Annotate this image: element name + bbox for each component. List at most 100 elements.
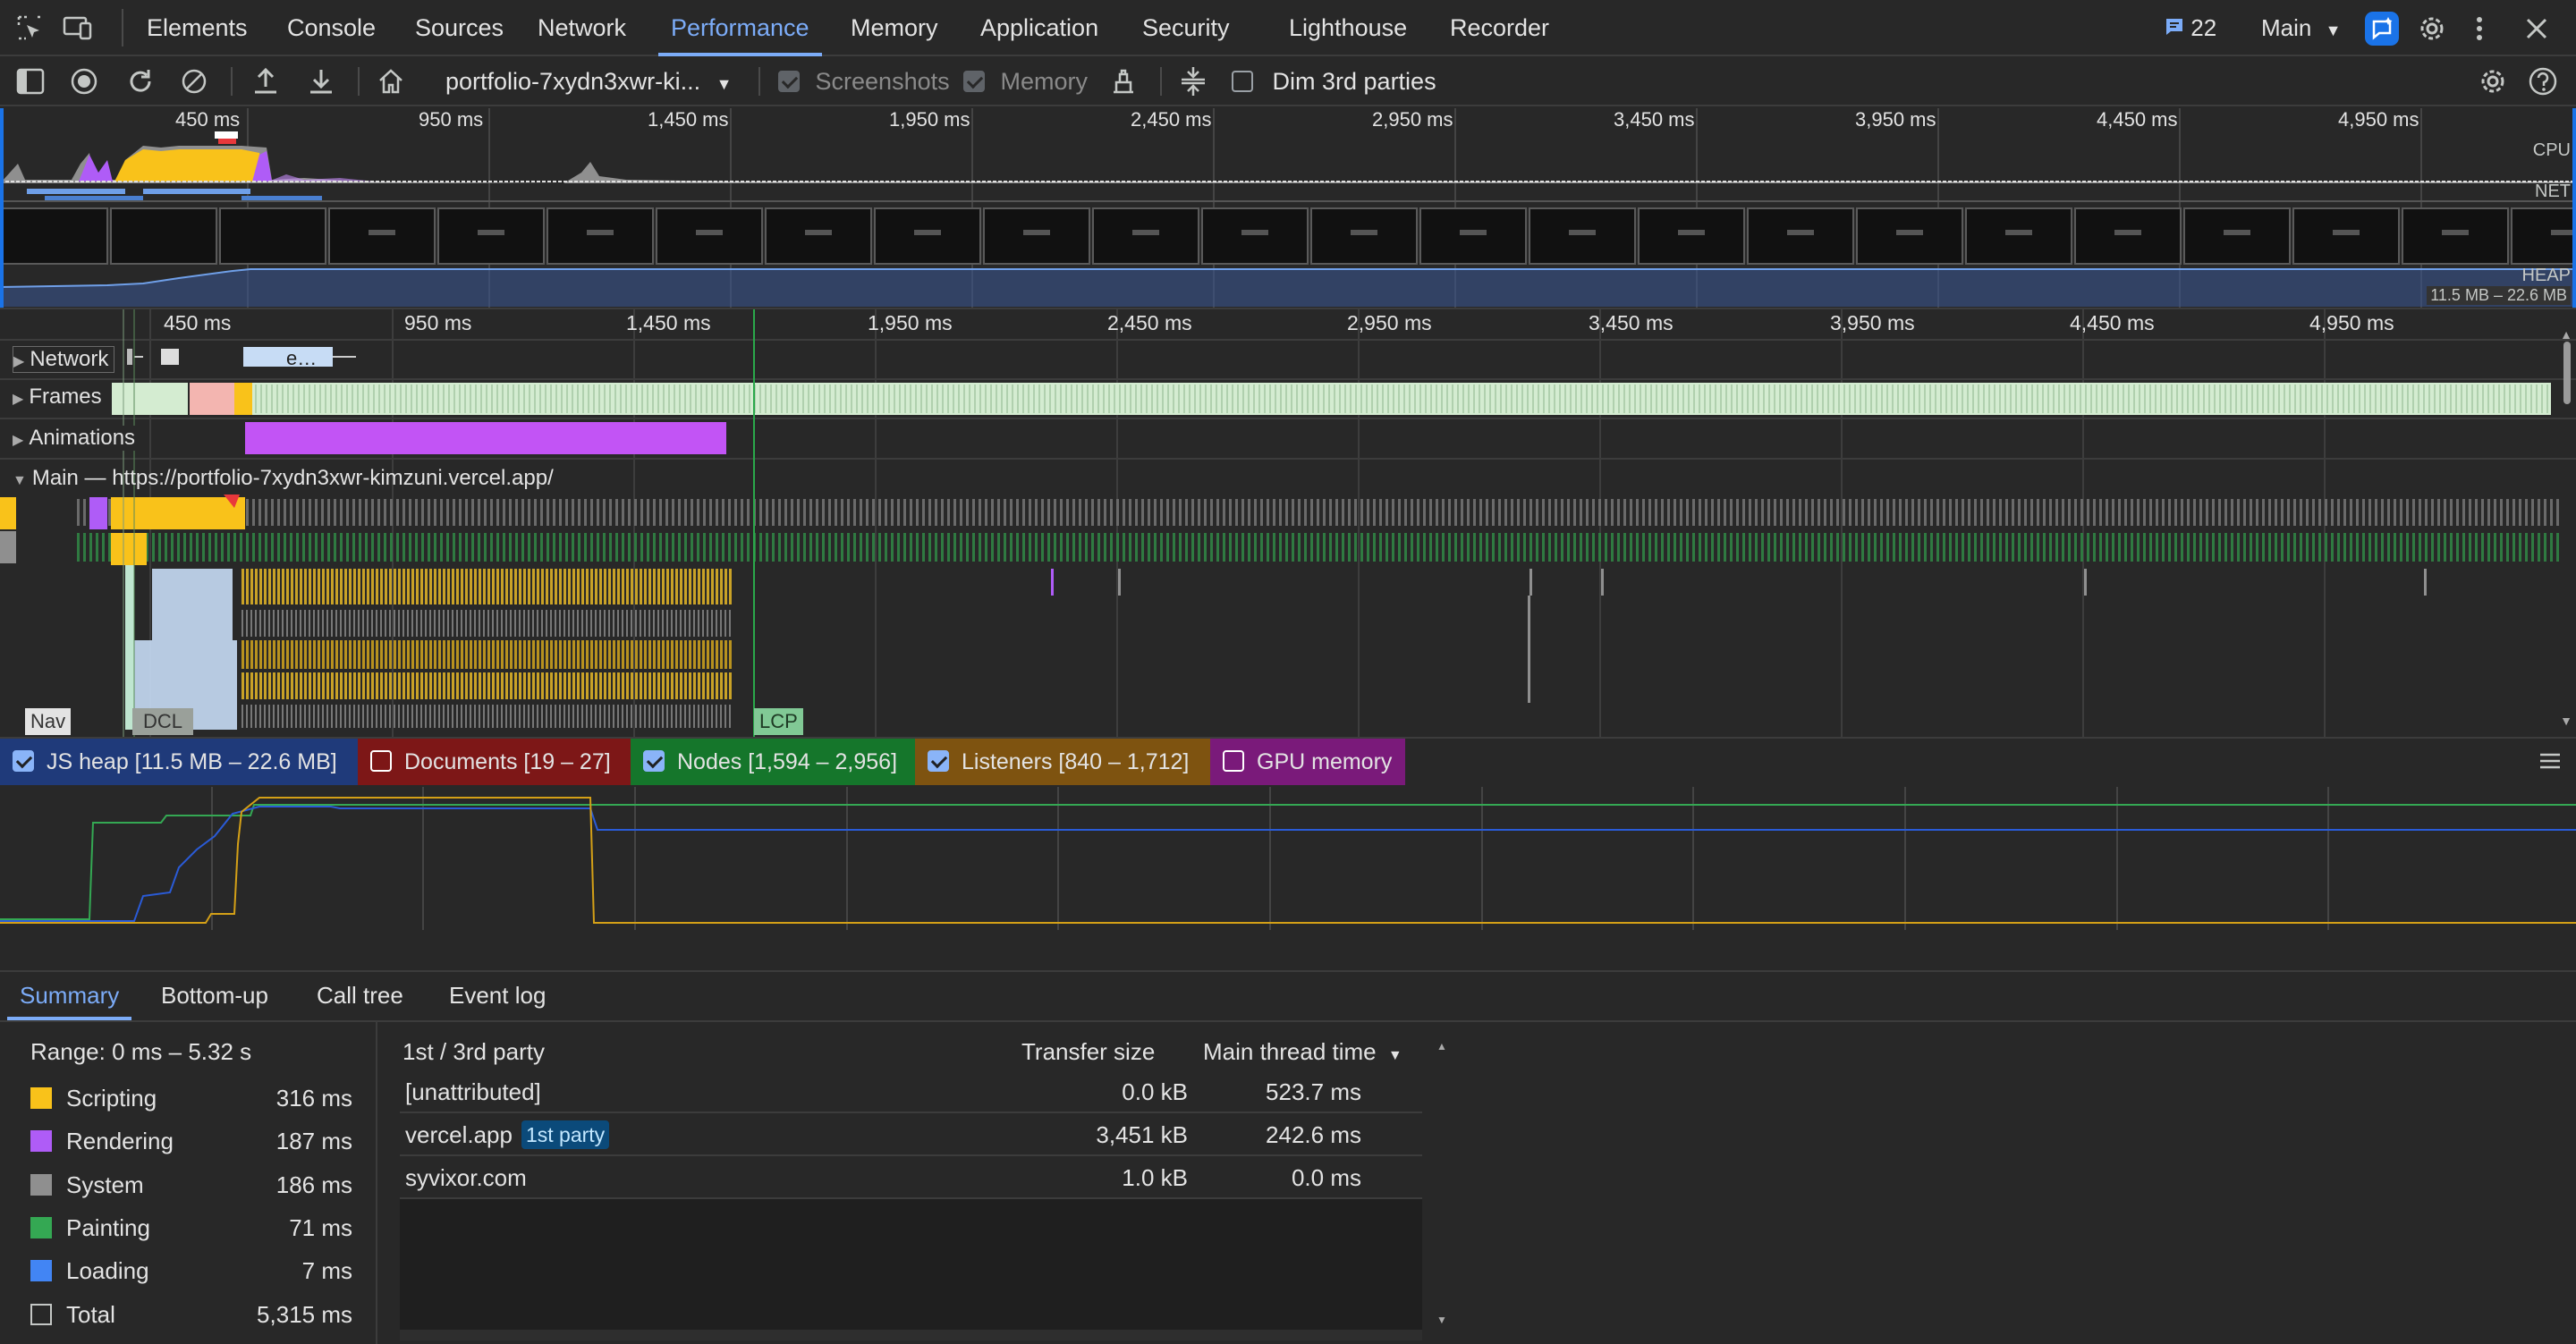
counter-js-heap[interactable]: JS heap [11.5 MB – 22.6 MB] (0, 739, 358, 785)
track-frames[interactable]: ▶ Frames (13, 385, 107, 410)
nav-marker[interactable]: Nav (25, 708, 72, 735)
garbage-collect-icon[interactable] (1109, 67, 1138, 96)
counter-documents[interactable]: Documents [19 – 27] (358, 739, 631, 785)
shrink-tracks-icon[interactable] (1179, 65, 1208, 97)
performance-toolbar: portfolio-7xydn3xwr-ki... ▼ Screenshots … (0, 56, 2576, 106)
ai-assistant-icon[interactable] (2365, 12, 2399, 46)
column-header-entity[interactable]: 1st / 3rd party (402, 1038, 545, 1066)
divider (758, 67, 760, 96)
scrollbar-up-icon[interactable]: ▲ (2560, 327, 2572, 342)
timeline-tick: 450 ms (164, 311, 232, 334)
table-scroll-down-icon[interactable]: ▼ (1436, 1314, 1447, 1326)
listeners-checkbox[interactable] (928, 750, 949, 773)
table-scroll-up-icon[interactable]: ▲ (1436, 1040, 1447, 1052)
documents-checkbox[interactable] (370, 750, 392, 773)
flame-scrollbar[interactable] (2563, 342, 2571, 404)
counter-nodes[interactable]: Nodes [1,594 – 2,956] (631, 739, 915, 785)
toggle-sidebar-icon[interactable] (16, 68, 45, 95)
tab-elements[interactable]: Elements (147, 0, 248, 56)
recording-select[interactable]: portfolio-7xydn3xwr-ki... ▼ (445, 56, 732, 106)
tab-recorder[interactable]: Recorder (1450, 0, 1549, 56)
tab-summary[interactable]: Summary (6, 970, 132, 1020)
reload-record-icon[interactable] (126, 67, 155, 96)
overview-tick: 4,450 ms (2097, 108, 2178, 131)
row-transfer-size: 0.0 kB (1122, 1078, 1188, 1105)
table-row[interactable]: vercel.app 1st party 3,451 kB 242.6 ms (400, 1113, 1422, 1156)
hamburger-menu-icon[interactable] (2538, 751, 2562, 771)
timeline-tick: 4,950 ms (2309, 311, 2394, 334)
tab-performance[interactable]: Performance (658, 0, 822, 56)
column-header-main-thread-time-label: Main thread time (1203, 1038, 1377, 1065)
inspect-element-icon[interactable] (16, 14, 43, 41)
more-options-icon[interactable] (2473, 13, 2486, 44)
tab-event-log[interactable]: Event log (449, 970, 546, 1020)
context-selector[interactable]: Main ▼ (2261, 0, 2341, 56)
js-heap-checkbox[interactable] (13, 750, 34, 773)
track-animations-label: Animations (29, 426, 136, 450)
timeline-tick: 2,450 ms (1107, 311, 1192, 334)
memory-checkbox[interactable]: Memory (963, 56, 1088, 106)
counter-gpu-memory[interactable]: GPU memory (1210, 739, 1405, 785)
devtools-tab-bar: Elements Console Sources Network Perform… (0, 0, 2576, 56)
overview-tick: 1,450 ms (648, 108, 729, 131)
js-heap-label: JS heap [11.5 MB – 22.6 MB] (47, 749, 337, 774)
scrollbar-down-icon[interactable]: ▼ (2560, 714, 2572, 728)
tab-bottom-up[interactable]: Bottom-up (161, 970, 268, 1020)
track-main[interactable]: ▼ Main — https://portfolio-7xydn3xwr-kimz… (13, 466, 554, 491)
lcp-marker[interactable]: LCP (754, 708, 803, 735)
tab-network[interactable]: Network (538, 0, 626, 56)
track-animations[interactable]: ▶ Animations (13, 426, 141, 451)
home-icon[interactable] (377, 67, 405, 96)
column-header-transfer-size[interactable]: Transfer size (1021, 1038, 1155, 1066)
dim-third-parties-checkbox-box[interactable] (1232, 70, 1253, 92)
nodes-checkbox[interactable] (643, 750, 665, 773)
counter-listeners[interactable]: Listeners [840 – 1,712] (915, 739, 1210, 785)
dcl-marker[interactable]: DCL (132, 708, 194, 735)
table-row[interactable]: [unattributed] 0.0 kB 523.7 ms (400, 1070, 1422, 1113)
overview-tick: 3,950 ms (1855, 108, 1936, 131)
tab-security[interactable]: Security (1142, 0, 1230, 56)
flame-chart[interactable]: 450 ms 950 ms 1,450 ms 1,950 ms 2,450 ms… (0, 308, 2576, 737)
documents-label: Documents [19 – 27] (404, 749, 611, 774)
tab-call-tree[interactable]: Call tree (317, 970, 403, 1020)
expand-arrow-icon: ▶ (13, 354, 25, 369)
tab-lighthouse[interactable]: Lighthouse (1289, 0, 1407, 56)
memory-checkbox-box[interactable] (963, 70, 985, 92)
counters-graph (0, 787, 2576, 930)
column-header-main-thread-time[interactable]: Main thread time ▼ (1203, 1038, 1402, 1066)
overview-tick: 3,450 ms (1614, 108, 1695, 131)
horizontal-scrollbar[interactable] (400, 1330, 1422, 1340)
overview-tick: 4,950 ms (2338, 108, 2419, 131)
issues-count: 22 (2190, 14, 2217, 41)
timeline-tick: 1,450 ms (626, 311, 711, 334)
track-network-label: Network (30, 347, 109, 371)
capture-settings-gear-icon[interactable] (2478, 66, 2508, 97)
tab-console[interactable]: Console (287, 0, 376, 56)
screenshots-checkbox-box[interactable] (778, 70, 800, 92)
device-toolbar-icon[interactable] (63, 14, 93, 41)
timeline-tick: 3,450 ms (1589, 311, 1674, 334)
upload-profile-icon[interactable] (252, 67, 279, 96)
table-row[interactable]: syvixor.com 1.0 kB 0.0 ms (400, 1156, 1422, 1199)
record-icon[interactable] (70, 67, 98, 96)
gpu-memory-label: GPU memory (1257, 749, 1393, 774)
issues-button[interactable]: 22 (2165, 0, 2216, 56)
tab-sources[interactable]: Sources (415, 0, 504, 56)
row-entity: [unattributed] (405, 1078, 541, 1105)
dim-third-parties-checkbox[interactable]: Dim 3rd parties (1232, 56, 1436, 106)
settings-gear-icon[interactable] (2417, 13, 2447, 44)
row-transfer-size: 1.0 kB (1122, 1164, 1188, 1191)
timeline-overview[interactable]: 450 ms 950 ms 1,450 ms 1,950 ms 2,450 ms… (0, 108, 2576, 308)
clear-icon[interactable] (180, 67, 208, 96)
cpu-label: CPU (2532, 140, 2571, 160)
gpu-memory-checkbox[interactable] (1223, 750, 1244, 773)
recording-select-value: portfolio-7xydn3xwr-ki... (445, 68, 701, 95)
help-icon[interactable] (2528, 66, 2558, 97)
screenshots-checkbox[interactable]: Screenshots (778, 56, 950, 106)
tab-application[interactable]: Application (980, 0, 1098, 56)
track-network[interactable]: ▶ Network (13, 346, 115, 373)
nodes-label: Nodes [1,594 – 2,956] (677, 749, 898, 774)
close-devtools-icon[interactable] (2524, 16, 2549, 41)
download-profile-icon[interactable] (308, 67, 335, 96)
tab-memory[interactable]: Memory (851, 0, 938, 56)
